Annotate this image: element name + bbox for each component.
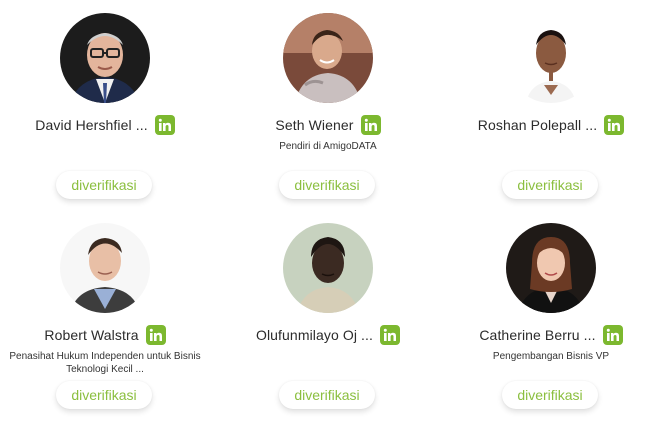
person-name[interactable]: Olufunmilayo Oj ... [256,327,373,343]
linkedin-icon[interactable] [604,115,625,135]
person-subtitle: Penasihat Hukum Independen untuk Bisnis … [9,351,201,375]
verified-button[interactable]: diverifikasi [502,381,598,409]
person-card: Roshan Polepall ... diverifikasi [446,13,653,223]
person-card: Olufunmilayo Oj ... diverifikasi [223,223,433,433]
person-card: Robert Walstra Penasihat Hukum Independe… [0,223,210,433]
name-row: Olufunmilayo Oj ... [223,324,433,346]
avatar[interactable] [506,13,596,103]
linkedin-icon[interactable] [602,325,623,345]
person-name[interactable]: Roshan Polepall ... [478,117,597,133]
avatar[interactable] [60,223,150,313]
person-card: Seth Wiener Pendiri di AmigoDATA diverif… [223,13,433,223]
name-row: David Hershfiel ... [0,114,210,136]
person-card: Catherine Berru ... Pengembangan Bisnis … [446,223,653,433]
verified-button[interactable]: diverifikasi [56,171,152,199]
person-name[interactable]: Catherine Berru ... [479,327,595,343]
person-name[interactable]: David Hershfiel ... [35,117,147,133]
person-subtitle: Pendiri di AmigoDATA [279,141,377,152]
name-row: Catherine Berru ... [446,324,653,346]
people-grid: David Hershfiel ... diverifikasi Seth Wi… [0,0,653,433]
linkedin-icon[interactable] [380,325,401,345]
avatar[interactable] [60,13,150,103]
person-subtitle: Pengembangan Bisnis VP [492,351,610,362]
name-row: Seth Wiener [223,114,433,136]
verified-button[interactable]: diverifikasi [502,171,598,199]
linkedin-icon[interactable] [154,115,175,135]
linkedin-icon[interactable] [360,115,381,135]
avatar[interactable] [506,223,596,313]
person-name[interactable]: Seth Wiener [275,117,353,133]
name-row: Roshan Polepall ... [446,114,653,136]
name-row: Robert Walstra [0,324,210,346]
avatar[interactable] [283,223,373,313]
linkedin-icon[interactable] [145,325,166,345]
verified-button[interactable]: diverifikasi [56,381,152,409]
person-name[interactable]: Robert Walstra [44,327,138,343]
person-card: David Hershfiel ... diverifikasi [0,13,210,223]
verified-button[interactable]: diverifikasi [279,381,375,409]
verified-button[interactable]: diverifikasi [279,171,375,199]
avatar[interactable] [283,13,373,103]
